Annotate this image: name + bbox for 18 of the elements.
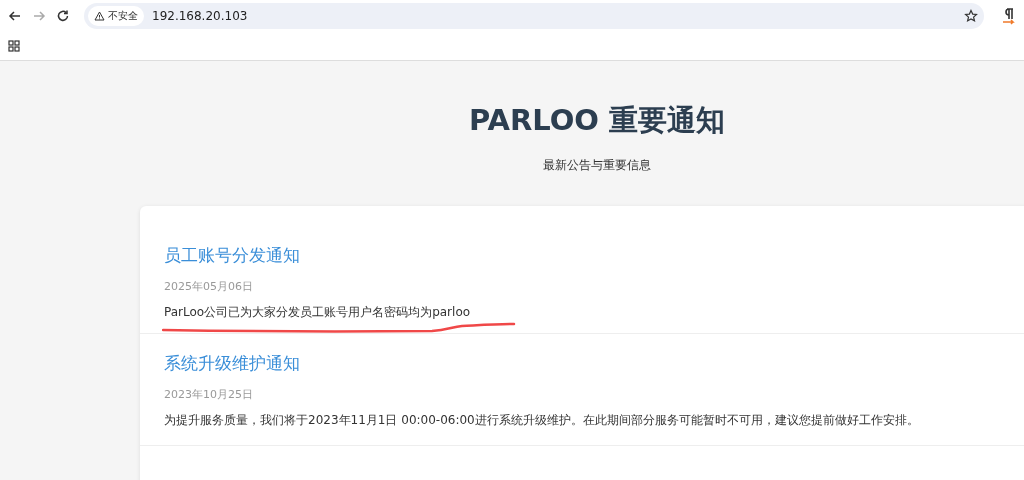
security-chip[interactable]: 不安全 [88, 6, 144, 26]
back-icon[interactable] [8, 9, 22, 23]
apps-icon[interactable] [8, 40, 20, 52]
page-subtitle: 最新公告与重要信息 [543, 157, 651, 174]
url-text: 192.168.20.103 [152, 9, 249, 23]
page-title: PARLOO 重要通知 [468, 102, 726, 139]
notice-date: 2025年05月06日 [164, 279, 253, 294]
address-bar[interactable]: 不安全 192.168.20.103 [84, 3, 984, 29]
notice-body: ParLoo公司已为大家分发员工账号用户名密码均为parloo [164, 304, 471, 321]
security-label: 不安全 [108, 9, 138, 23]
extension-icon[interactable] [1000, 7, 1016, 25]
star-icon[interactable] [964, 9, 978, 23]
notice-date: 2023年10月25日 [164, 387, 253, 402]
notice-title[interactable]: 系统升级维护通知 [164, 346, 300, 375]
notice-title[interactable]: 员工账号分发通知 [164, 238, 300, 267]
reload-icon[interactable] [56, 9, 70, 23]
notice-body: 为提升服务质量，我们将于2023年11月1日 00:00-06:00进行系统升级维护。在此期间部分服务可能暂时不可用，建议您提前做好工作安排。 [164, 412, 919, 429]
warning-icon [94, 11, 105, 21]
